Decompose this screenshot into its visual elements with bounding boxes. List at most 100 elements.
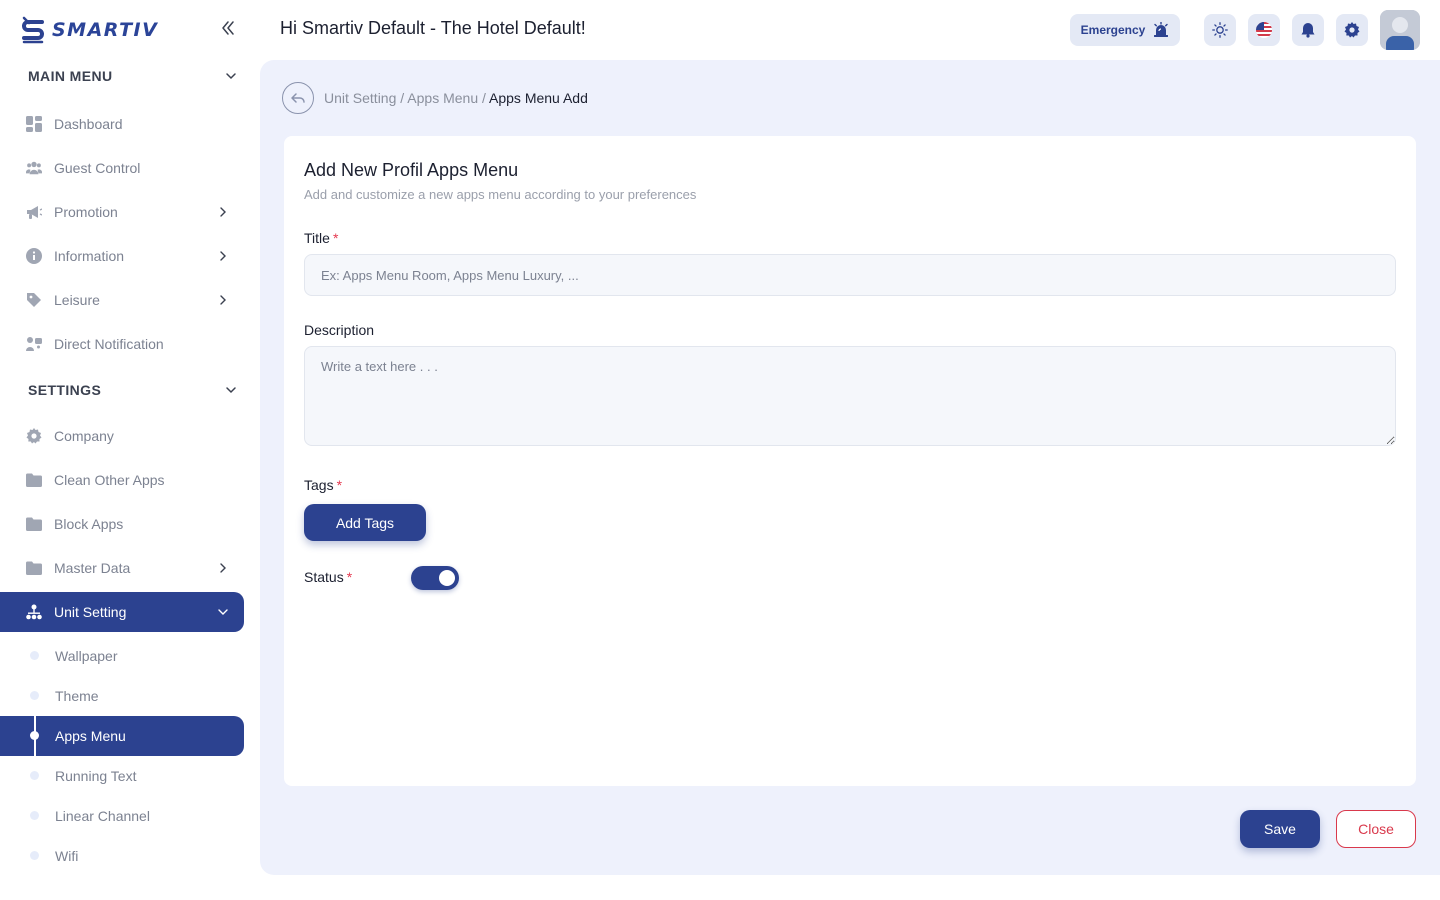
bullet-icon (30, 651, 39, 660)
breadcrumb-separator: / (482, 90, 486, 106)
required-mark: * (336, 477, 343, 493)
toggle-knob (439, 570, 455, 586)
folder-icon (26, 516, 42, 532)
main-content: Unit Setting / Apps Menu / Apps Menu Add… (260, 60, 1440, 875)
sidebar-subitem-theme[interactable]: Theme (0, 676, 244, 716)
sidebar-item-block-apps[interactable]: Block Apps (0, 504, 244, 544)
settings-title: SETTINGS (28, 382, 102, 398)
dashboard-icon (26, 116, 42, 132)
users-icon (26, 160, 42, 176)
sidebar-item-label: Promotion (54, 204, 118, 220)
sidebar-item-master-data[interactable]: Master Data (0, 548, 244, 588)
tags-field-label: Tags * (304, 477, 342, 493)
sidebar-subitem-wifi[interactable]: Wifi (0, 836, 244, 876)
sidebar-item-information[interactable]: Information (0, 236, 244, 276)
main-menu-header[interactable]: MAIN MENU (28, 68, 238, 84)
user-avatar[interactable] (1380, 10, 1420, 50)
gear-icon (1344, 22, 1360, 38)
bell-icon (1301, 23, 1315, 38)
sidebar-item-leisure[interactable]: Leisure (0, 280, 244, 320)
description-label-text: Description (304, 322, 375, 338)
notifications-button[interactable] (1292, 14, 1324, 46)
title-field-label: Title * (304, 230, 338, 246)
status-label-text: Status (304, 569, 344, 585)
siren-icon (1154, 22, 1169, 37)
required-mark: * (346, 569, 353, 585)
back-button[interactable] (282, 82, 314, 114)
emergency-button[interactable]: Emergency (1070, 14, 1180, 46)
brand-name: SMARTIV (52, 19, 159, 41)
sidebar-item-label: Leisure (54, 292, 100, 308)
breadcrumb: Unit Setting / Apps Menu / Apps Menu Add (324, 90, 588, 106)
save-button[interactable]: Save (1240, 810, 1320, 848)
form-subtitle: Add and customize a new apps menu accord… (304, 187, 697, 202)
logo-icon (22, 16, 44, 44)
sun-icon (1212, 22, 1228, 38)
sidebar-item-company[interactable]: Company (0, 416, 244, 456)
title-label-text: Title (304, 230, 330, 246)
folder-icon (26, 560, 42, 576)
theme-toggle-button[interactable] (1204, 14, 1236, 46)
sidebar: SMARTIV MAIN MENU Dashboard Guest Contro… (0, 0, 260, 900)
description-field-label: Description (304, 322, 374, 338)
sidebar-item-promotion[interactable]: Promotion (0, 192, 244, 232)
settings-header[interactable]: SETTINGS (28, 382, 238, 398)
breadcrumb-apps-menu[interactable]: Apps Menu (407, 90, 478, 106)
sidebar-item-dashboard[interactable]: Dashboard (0, 104, 244, 144)
sidebar-item-unit-setting[interactable]: Unit Setting (0, 592, 244, 632)
bullet-icon (30, 691, 39, 700)
chevron-right-icon (220, 207, 226, 217)
language-button[interactable] (1248, 14, 1280, 46)
us-flag-icon (1256, 22, 1272, 38)
required-mark: * (332, 230, 339, 246)
sidebar-subitem-label: Apps Menu (55, 728, 126, 744)
bullet-icon (30, 811, 39, 820)
sidebar-subitem-label: Running Text (55, 768, 137, 784)
bullet-icon (30, 771, 39, 780)
sidebar-item-label: Clean Other Apps (54, 472, 165, 488)
chevron-down-icon (226, 387, 236, 394)
sidebar-item-direct-notification[interactable]: Direct Notification (0, 324, 244, 364)
add-tags-button[interactable]: Add Tags (304, 504, 426, 541)
page-greeting: Hi Smartiv Default - The Hotel Default! (280, 18, 586, 38)
sidebar-item-label: Information (54, 248, 125, 264)
sidebar-subitem-wallpaper[interactable]: Wallpaper (0, 636, 244, 676)
avatar-icon (1380, 10, 1420, 50)
sidebar-item-label: Dashboard (54, 116, 123, 132)
collapse-sidebar-icon[interactable] (218, 18, 238, 38)
sidebar-subitem-label: Theme (55, 688, 99, 704)
main-menu-title: MAIN MENU (28, 68, 113, 84)
sidebar-item-clean-other-apps[interactable]: Clean Other Apps (0, 460, 244, 500)
sidebar-subitem-apps-menu[interactable]: Apps Menu (0, 716, 244, 756)
sidebar-item-label: Block Apps (54, 516, 124, 532)
tag-icon (26, 292, 42, 308)
chevron-right-icon (220, 295, 226, 305)
megaphone-icon (26, 204, 42, 220)
form-card: Add New Profil Apps Menu Add and customi… (284, 136, 1416, 786)
sidebar-subitem-label: Wallpaper (55, 648, 118, 664)
tags-label-text: Tags (304, 477, 334, 493)
notification-icon (26, 336, 42, 352)
close-button[interactable]: Close (1336, 810, 1416, 848)
brand-logo[interactable]: SMARTIV (20, 12, 158, 48)
status-toggle[interactable] (411, 566, 459, 590)
active-indicator-line (34, 716, 36, 756)
bullet-icon (30, 851, 39, 860)
sidebar-item-label: Company (54, 428, 114, 444)
breadcrumb-current: Apps Menu Add (489, 90, 588, 106)
chevron-down-icon (226, 73, 236, 80)
form-title: Add New Profil Apps Menu (304, 160, 519, 180)
breadcrumb-separator: / (400, 90, 405, 106)
sidebar-subitem-linear-channel[interactable]: Linear Channel (0, 796, 244, 836)
title-input[interactable] (304, 254, 1396, 296)
settings-button[interactable] (1336, 14, 1368, 46)
gear-icon (26, 428, 42, 444)
top-header: Hi Smartiv Default - The Hotel Default! … (260, 0, 1440, 60)
sidebar-item-label: Direct Notification (54, 336, 164, 352)
breadcrumb-unit-setting[interactable]: Unit Setting (324, 90, 396, 106)
hierarchy-icon (26, 604, 42, 620)
emergency-label: Emergency (1080, 23, 1146, 37)
description-textarea[interactable] (304, 346, 1396, 446)
sidebar-item-guest-control[interactable]: Guest Control (0, 148, 244, 188)
sidebar-subitem-running-text[interactable]: Running Text (0, 756, 244, 796)
